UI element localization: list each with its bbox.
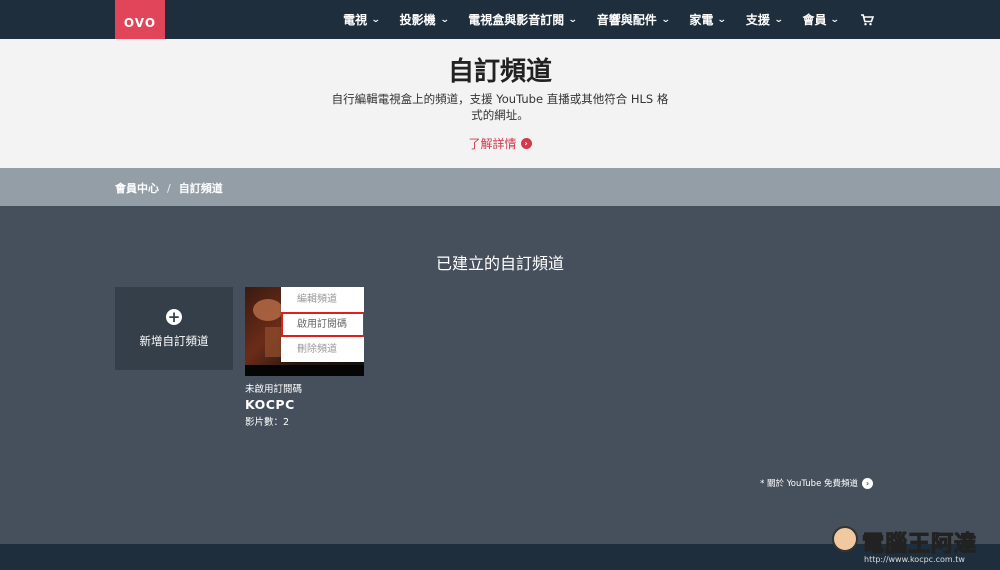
breadcrumb-bar: 會員中心 / 自訂頻道 [0, 168, 1000, 206]
page-description: 自行編輯電視盒上的頻道，支援 YouTube 直播或其他符合 HLS 格式的網址… [331, 92, 669, 122]
chevron-down-icon: ⌄ [439, 14, 450, 25]
arrow-right-circle-icon: › [520, 138, 532, 149]
channel-context-menu: 編輯頻道 啟用訂閱碼 刪除頻道 [281, 287, 364, 362]
mascot-icon [832, 526, 858, 552]
nav-item-support[interactable]: 支援 ⌄ [746, 11, 784, 28]
nav-item-projector[interactable]: 投影機 ⌄ [400, 11, 450, 28]
nav-item-appliance[interactable]: 家電 ⌄ [689, 11, 728, 28]
youtube-free-channel-link[interactable]: * 關於 YouTube 免費頻道 › [760, 477, 873, 489]
watermark-text: 電腦王阿達 [861, 532, 978, 558]
breadcrumb-member-center[interactable]: 會員中心 [115, 180, 159, 196]
delete-channel-menu-item[interactable]: 刪除頻道 [281, 337, 364, 362]
nav-item-tvbox[interactable]: 電視盒與影音訂閱 ⌄ [468, 11, 578, 28]
channel-thumbnail[interactable]: 編輯頻道 啟用訂閱碼 刪除頻道 [245, 287, 364, 376]
chevron-down-icon: ⌄ [773, 14, 784, 25]
breadcrumb-separator: / [167, 181, 171, 195]
shopping-cart-icon[interactable] [861, 13, 874, 26]
page-title: 自訂頻道 [447, 57, 552, 87]
main-menu: 電視 ⌄ 投影機 ⌄ 電視盒與影音訂閱 ⌄ 音響與配件 ⌄ 家電 ⌄ 支援 ⌄ 會員 ⌄ [323, 0, 874, 39]
nav-item-member[interactable]: 會員 ⌄ [802, 11, 841, 28]
chevron-down-icon: ⌄ [370, 14, 381, 25]
hero-banner: 自訂頻道 自行編輯電視盒上的頻道，支援 YouTube 直播或其他符合 HLS … [0, 39, 1000, 168]
chevron-down-icon: ⌄ [660, 14, 671, 25]
breadcrumb: 會員中心 / 自訂頻道 [115, 180, 223, 196]
arrow-right-circle-icon: › [862, 477, 873, 489]
chevron-down-icon: ⌄ [830, 14, 841, 25]
chevron-down-icon: ⌄ [717, 14, 728, 25]
chevron-down-icon: ⌄ [568, 14, 578, 25]
channel-name: KOCPC [245, 397, 295, 412]
add-channel-label: 新增自訂頻道 [139, 334, 209, 348]
channel-video-count: 影片數：2 [245, 417, 290, 428]
watermark: 電腦王阿達 http://www.kocpc.com.tw [824, 520, 994, 568]
edit-channel-menu-item[interactable]: 編輯頻道 [281, 287, 364, 312]
channel-status: 未啟用訂閱碼 [245, 384, 303, 395]
learn-more-link[interactable]: 了解詳情 › [0, 135, 1000, 152]
plus-circle-icon: + [166, 308, 182, 326]
main-content: 已建立的自訂頻道 + 新增自訂頻道 編輯頻道 啟用訂閱碼 刪除頻道 未啟用訂閱碼… [0, 206, 1000, 544]
breadcrumb-current: 自訂頻道 [178, 182, 223, 195]
nav-item-audio[interactable]: 音響與配件 ⌄ [597, 11, 671, 28]
watermark-url: http://www.kocpc.com.tw [864, 555, 965, 564]
channel-card: 編輯頻道 啟用訂閱碼 刪除頻道 未啟用訂閱碼 KOCPC 影片數：2 [245, 287, 365, 428]
section-title: 已建立的自訂頻道 [435, 254, 564, 273]
enable-subscription-code-menu-item[interactable]: 啟用訂閱碼 [281, 312, 364, 337]
nav-item-tv[interactable]: 電視 ⌄ [343, 11, 381, 28]
add-channel-button[interactable]: + 新增自訂頻道 [115, 287, 233, 370]
top-nav: OVO 電視 ⌄ 投影機 ⌄ 電視盒與影音訂閱 ⌄ 音響與配件 ⌄ 家電 ⌄ 支援 ⌄ 會員… [0, 0, 1000, 45]
